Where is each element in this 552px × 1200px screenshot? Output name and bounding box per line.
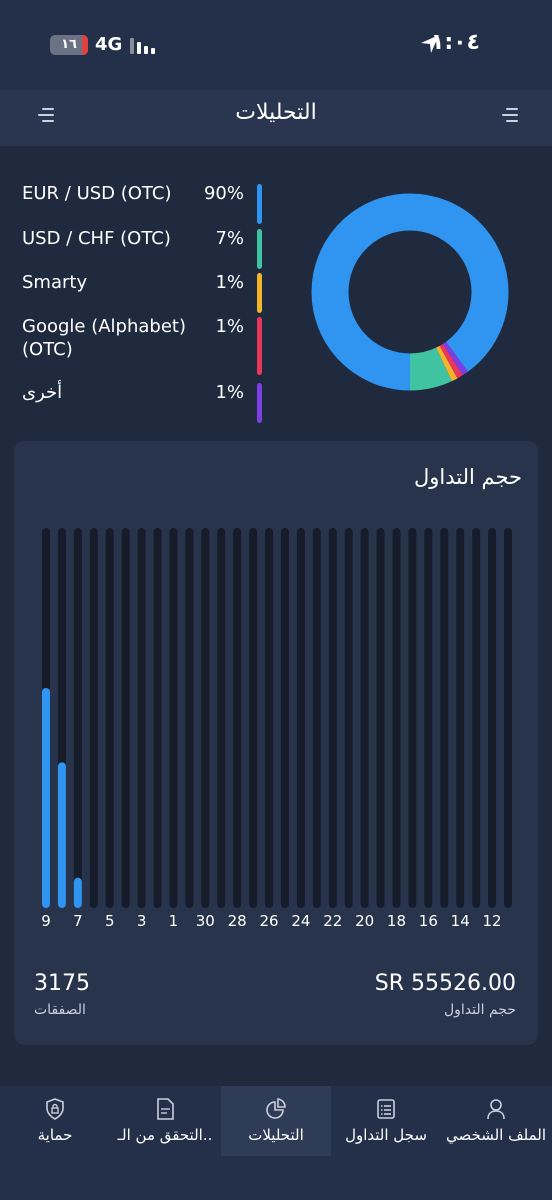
nav-label: الملف الشخصي <box>446 1126 546 1144</box>
deals-value: 3175 <box>34 971 90 996</box>
x-tick-label: 3 <box>137 912 147 926</box>
nav-item-profile[interactable]: الملف الشخصي <box>441 1086 551 1156</box>
asset-percent: 90% <box>203 183 244 204</box>
asset-color-bar <box>257 317 262 375</box>
nav-item-protection[interactable]: حماية <box>0 1086 110 1156</box>
app-header: التحليلات <box>0 90 552 146</box>
volume-label: حجم التداول <box>443 1002 516 1018</box>
nav-label: سجل التداول <box>345 1126 427 1144</box>
asset-color-bar <box>257 273 262 313</box>
x-tick-label: 24 <box>291 912 310 926</box>
asset-color-bar <box>257 184 262 224</box>
x-tick-label: 7 <box>73 912 83 926</box>
asset-name: أخرى <box>22 382 63 403</box>
donut-slice <box>311 193 509 391</box>
x-tick-label: 14 <box>451 912 470 926</box>
nav-label: التحليلات <box>248 1126 304 1144</box>
battery-level <box>82 35 88 55</box>
distribution-donut-chart <box>311 193 509 391</box>
deals-label: الصفقات <box>34 1002 86 1018</box>
pie-chart-icon <box>266 1098 286 1119</box>
user-icon <box>487 1099 505 1120</box>
menu-icon[interactable] <box>500 106 518 124</box>
x-tick-label: 28 <box>228 912 247 926</box>
status-bar: ١٦ 4G ١:٠٤ <box>0 0 552 90</box>
x-tick-label: 18 <box>387 912 406 926</box>
volume-value: SR 55526.00 <box>374 971 516 996</box>
asset-percent: 1% <box>215 316 244 337</box>
x-tick-label: 12 <box>483 912 502 926</box>
x-tick-label: 1 <box>169 912 179 926</box>
bottom-navigation: حماية التحقق من الـ.. التحليلات سجل التد… <box>0 1086 552 1200</box>
asset-name: EUR / USD (OTC) <box>22 183 172 204</box>
asset-name: Smarty <box>22 272 88 293</box>
x-tick-label: 22 <box>323 912 342 926</box>
battery-icon: ١٦ <box>50 35 88 55</box>
signal-icon <box>130 38 158 54</box>
asset-percent: 1% <box>215 382 244 403</box>
status-time: ١:٠٤ <box>430 30 480 55</box>
x-tick-label: 5 <box>105 912 115 926</box>
nav-label: حماية <box>37 1126 73 1144</box>
nav-label: التحقق من الـ.. <box>117 1126 213 1144</box>
x-tick-label: 30 <box>196 912 215 926</box>
asset-percent: 1% <box>215 272 244 293</box>
network-label: 4G <box>95 34 123 55</box>
nav-item-trade-history[interactable]: سجل التداول <box>331 1086 441 1156</box>
nav-item-verification[interactable]: التحقق من الـ.. <box>110 1086 220 1156</box>
volume-summary: SR 55526.00 حجم التداول <box>375 971 516 1018</box>
asset-name: Google (Alphabet) (OTC) <box>22 316 186 360</box>
trading-volume-card: حجم التداول 9 7 5 3 1 30 28 26 24 22 20 18 16 14 12 31… <box>14 441 538 1045</box>
x-tick-label: 26 <box>259 912 278 926</box>
volume-chart-title: حجم التداول <box>413 465 522 489</box>
asset-color-bar <box>257 383 262 423</box>
volume-bar-chart: 9 7 5 3 1 30 28 26 24 22 20 18 16 14 12 <box>41 528 512 926</box>
shield-icon <box>46 1098 64 1120</box>
x-tick-label: 20 <box>355 912 374 926</box>
x-tick-label: 9 <box>41 912 51 926</box>
x-tick-label: 16 <box>419 912 438 926</box>
nav-item-analytics[interactable]: التحليلات <box>221 1086 331 1156</box>
asset-percent: 7% <box>215 228 244 249</box>
deals-summary: 3175 الصفقات <box>34 971 90 1018</box>
asset-color-bar <box>257 229 262 269</box>
asset-name: USD / CHF (OTC) <box>22 228 171 249</box>
battery-text: ١٦ <box>61 37 77 52</box>
document-icon <box>157 1098 174 1120</box>
list-icon <box>377 1099 395 1119</box>
page-title: التحليلات <box>235 100 317 125</box>
